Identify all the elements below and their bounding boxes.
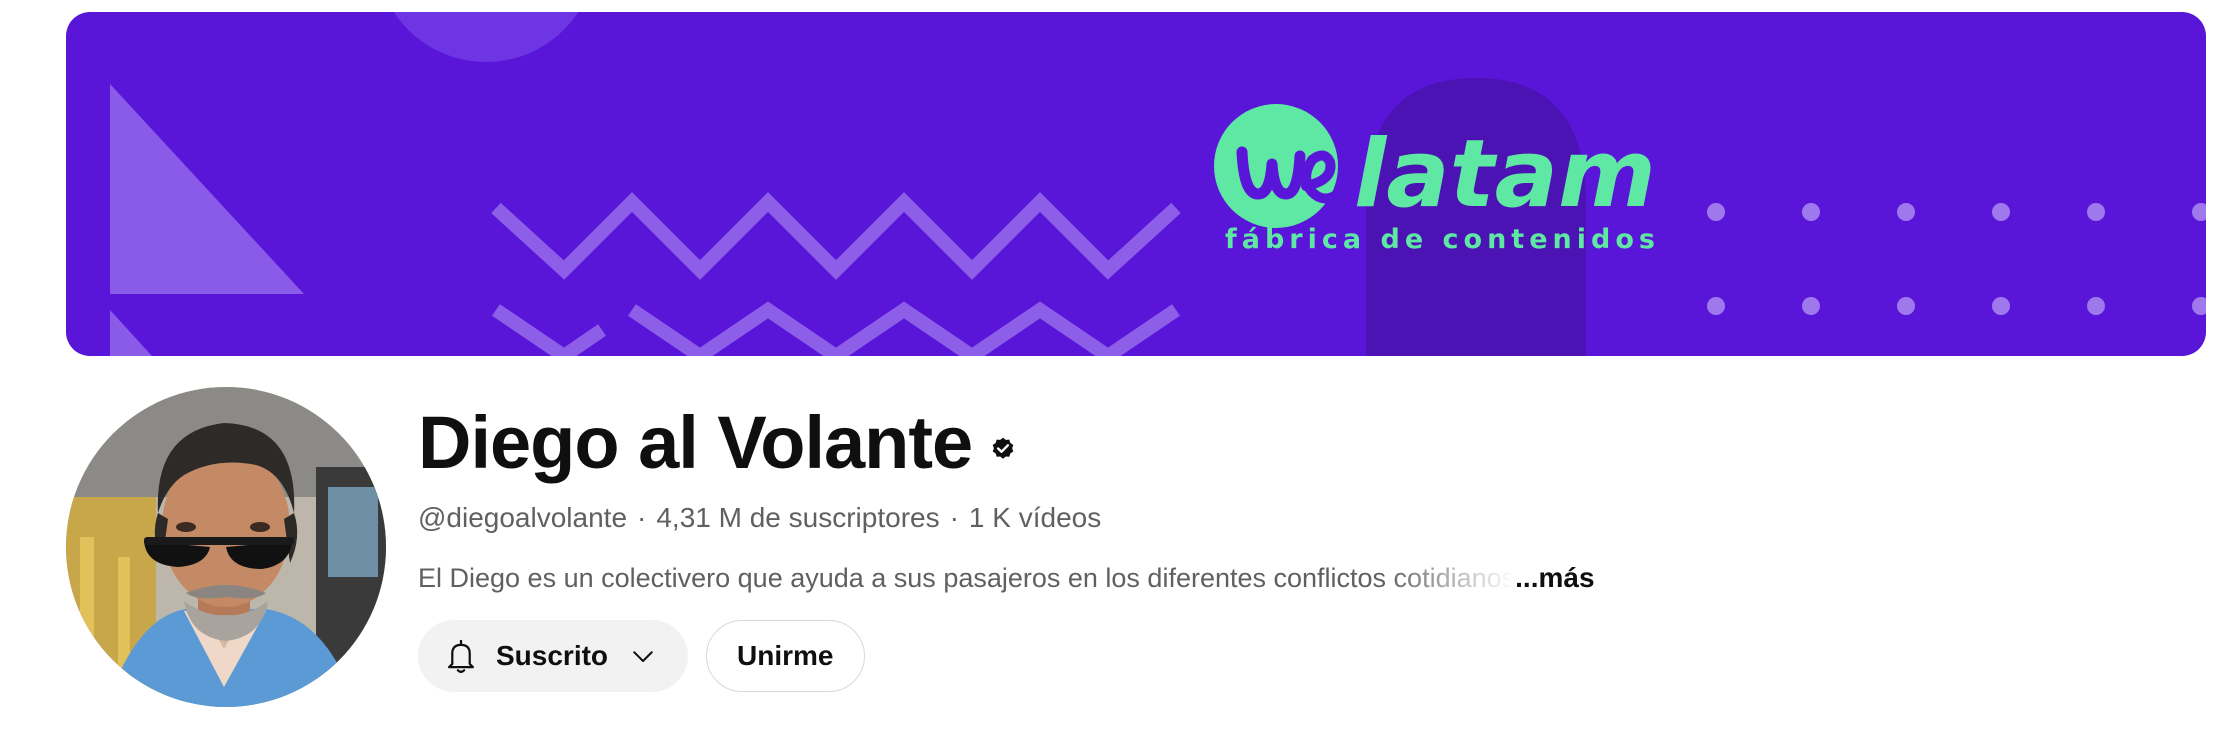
description-row[interactable]: El Diego es un colectivero que ayuda a s… — [418, 558, 2118, 598]
channel-banner: latam fábrica de contenidos — [66, 12, 2206, 356]
action-buttons: Suscrito Unirme — [418, 620, 2118, 692]
join-button[interactable]: Unirme — [706, 620, 865, 692]
subscribed-button[interactable]: Suscrito — [418, 620, 689, 692]
subscriber-count: 4,31 M de suscriptores — [656, 502, 940, 533]
channel-name: Diego al Volante — [418, 400, 973, 484]
verified-check-icon[interactable] — [990, 435, 1016, 461]
svg-text:latam: latam — [1354, 120, 1656, 229]
meta-separator: · — [949, 502, 959, 533]
logo-tagline: fábrica de contenidos — [1225, 224, 1660, 255]
channel-description[interactable]: El Diego es un colectivero que ayuda a s… — [418, 558, 1515, 598]
join-label: Unirme — [737, 640, 834, 671]
banner-decoration — [110, 12, 2206, 356]
channel-handle[interactable]: @diegoalvolante — [418, 502, 627, 533]
subscribed-label: Suscrito — [496, 640, 609, 671]
meta-separator: · — [637, 502, 647, 533]
title-row: Diego al Volante — [418, 400, 2118, 484]
chevron-down-icon — [633, 651, 653, 662]
channel-page: latam fábrica de contenidos Diego al Vol… — [0, 0, 2226, 744]
channel-info: Diego al Volante @diegoalvolante · 4,31 M … — [418, 400, 2118, 692]
channel-meta: @diegoalvolante · 4,31 M de suscriptores · 1… — [418, 498, 2118, 538]
channel-avatar[interactable] — [66, 387, 386, 707]
bell-icon — [448, 639, 474, 673]
welatam-logo: latam — [1214, 94, 1714, 294]
video-count: 1 K vídeos — [968, 502, 1102, 533]
more-link[interactable]: ...más — [1515, 558, 1594, 598]
avatar-image — [66, 387, 386, 707]
